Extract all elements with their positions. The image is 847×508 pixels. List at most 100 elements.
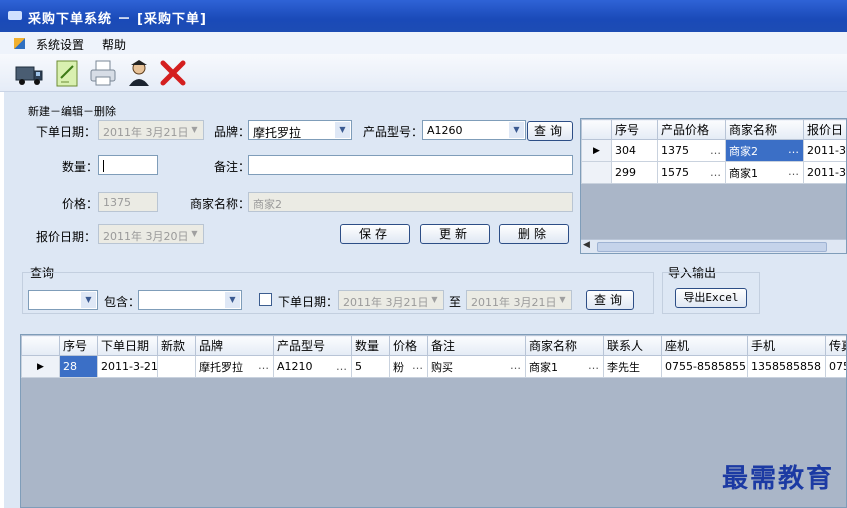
table-row[interactable]: 299 1575 … 商家1 … 2011-3- (581, 161, 846, 184)
delete-x-icon[interactable] (158, 58, 188, 88)
ellipsis-icon[interactable]: … (588, 359, 600, 372)
price-input[interactable]: 1375 (98, 192, 158, 212)
brand-select[interactable]: 摩托罗拉 ▼ (248, 120, 352, 140)
col-header-merchant[interactable]: 商家名称 (725, 119, 804, 140)
col-header-id[interactable]: 序号 (59, 335, 98, 356)
cell-model[interactable]: A1210… (273, 355, 352, 378)
col-header-price[interactable]: 产品价格 (657, 119, 726, 140)
notepad-icon[interactable] (52, 58, 82, 88)
col-header-price[interactable]: 价格 (389, 335, 428, 356)
quantity-input[interactable] (98, 155, 158, 175)
col-header-date[interactable]: 报价日 (803, 119, 846, 140)
cell-id[interactable]: 28 (59, 355, 98, 378)
col-header-merchant[interactable]: 商家名称 (525, 335, 604, 356)
menu-system-settings[interactable]: 系统设置 (36, 36, 84, 53)
cell-fax[interactable]: 0755 (825, 355, 846, 378)
quote-grid[interactable]: 序号 产品价格 商家名称 报价日 ▶ 304 1375 … 商家2 … 2011-3… (580, 118, 847, 254)
chevron-down-icon[interactable]: ▼ (509, 122, 524, 138)
cell-qty[interactable]: 5 (351, 355, 390, 378)
edit-query-button[interactable]: 查询 (527, 121, 573, 141)
query-date-to-picker[interactable]: 2011年 3月21日 ▼ (466, 290, 572, 310)
user-icon[interactable] (124, 58, 154, 88)
scroll-left-arrow-icon[interactable]: ◀ (583, 240, 590, 250)
to-label: 至 (449, 295, 462, 309)
current-row-arrow-icon: ▶ (21, 355, 60, 378)
scroll-thumb[interactable] (597, 242, 827, 252)
cell-note[interactable]: 购买… (427, 355, 526, 378)
ellipsis-icon[interactable]: … (788, 165, 800, 178)
ellipsis-icon[interactable]: … (788, 143, 800, 156)
order-date-checkbox[interactable] (259, 293, 272, 306)
ellipsis-icon[interactable]: … (510, 359, 522, 372)
col-header-id[interactable]: 序号 (611, 119, 658, 140)
ellipsis-icon[interactable]: … (336, 360, 348, 373)
col-header-qty[interactable]: 数量 (351, 335, 390, 356)
chevron-down-icon[interactable]: ▼ (225, 292, 240, 308)
cell-phone[interactable]: 0755-8585855 (661, 355, 748, 378)
ellipsis-icon[interactable]: … (710, 166, 722, 179)
model-value: A1260 (427, 124, 463, 137)
quote-grid-hscrollbar[interactable]: ◀ (581, 239, 846, 253)
col-header-model[interactable]: 产品型号 (273, 335, 352, 356)
col-header-fax[interactable]: 传真 (825, 335, 846, 356)
model-select[interactable]: A1260 ▼ (422, 120, 526, 140)
chevron-down-icon[interactable]: ▼ (555, 292, 570, 308)
chevron-down-icon[interactable]: ▼ (427, 292, 442, 308)
model-label: 产品型号： (363, 125, 424, 139)
cell-price[interactable]: 粉… (389, 355, 428, 378)
cell-date[interactable]: 2011-3- (803, 161, 846, 184)
chevron-down-icon[interactable]: ▼ (187, 122, 202, 138)
row-header-corner (21, 335, 60, 356)
cell-price-value: 粉 (393, 360, 404, 374)
cell-brand[interactable]: 摩托罗拉… (195, 355, 274, 378)
ellipsis-icon[interactable]: … (412, 359, 424, 372)
cell-merchant-value: 商家1 (729, 166, 758, 180)
cell-merchant[interactable]: 商家2… (725, 139, 804, 162)
cell-price[interactable]: 1575… (657, 161, 726, 184)
truck-icon[interactable] (14, 58, 44, 88)
query-field-select[interactable]: ▼ (28, 290, 98, 310)
col-header-mobile[interactable]: 手机 (747, 335, 826, 356)
delete-button[interactable]: 删除 (499, 224, 569, 244)
col-header-new[interactable]: 新款 (157, 335, 196, 356)
cell-merchant[interactable]: 商家1 … (725, 161, 804, 184)
chevron-down-icon[interactable]: ▼ (187, 226, 202, 242)
cell-contact[interactable]: 李先生 (603, 355, 662, 378)
cell-price[interactable]: 1375… (657, 139, 726, 162)
update-button[interactable]: 更新 (420, 224, 490, 244)
export-excel-button[interactable]: 导出Excel (675, 288, 747, 308)
cell-date[interactable]: 2011-3- (803, 139, 846, 162)
query-date-from-picker[interactable]: 2011年 3月21日 ▼ (338, 290, 444, 310)
price-label: 价格： (62, 197, 99, 211)
chevron-down-icon[interactable]: ▼ (335, 122, 350, 138)
col-header-brand[interactable]: 品牌 (195, 335, 274, 356)
ellipsis-icon[interactable]: … (710, 144, 722, 157)
contains-select[interactable]: ▼ (138, 290, 242, 310)
query-date-to-value: 2011年 3月21日 (471, 296, 557, 309)
ellipsis-icon[interactable]: … (258, 359, 270, 372)
cell-id[interactable]: 304 (611, 139, 658, 162)
col-header-order-date[interactable]: 下单日期 (97, 335, 158, 356)
quote-date-picker[interactable]: 2011年 3月20日 ▼ (98, 224, 204, 244)
cell-order-date[interactable]: 2011-3-21 (97, 355, 158, 378)
cell-mobile[interactable]: 1358585858 (747, 355, 826, 378)
col-header-contact[interactable]: 联系人 (603, 335, 662, 356)
table-row[interactable]: ▶ 28 2011-3-21 摩托罗拉… A1210… 5 粉… 购买… 商家1… (21, 355, 846, 378)
col-header-phone[interactable]: 座机 (661, 335, 748, 356)
menu-help[interactable]: 帮助 (102, 36, 126, 53)
note-input[interactable] (248, 155, 573, 175)
merchant-label: 商家名称： (190, 197, 251, 211)
order-date-picker[interactable]: 2011年 3月21日 ▼ (98, 120, 204, 140)
col-header-note[interactable]: 备注 (427, 335, 526, 356)
cell-merchant[interactable]: 商家1… (525, 355, 604, 378)
merchant-input[interactable]: 商家2 (248, 192, 573, 212)
cell-new[interactable] (157, 355, 196, 378)
chevron-down-icon[interactable]: ▼ (81, 292, 96, 308)
query-button[interactable]: 查询 (586, 290, 634, 310)
printer-icon[interactable] (88, 58, 118, 88)
cell-id[interactable]: 299 (611, 161, 658, 184)
note-label: 备注： (214, 160, 251, 174)
query-order-date-label: 下单日期： (278, 295, 339, 309)
table-row[interactable]: ▶ 304 1375 … 商家2 … 2011-3- (581, 139, 846, 162)
save-button[interactable]: 保存 (340, 224, 410, 244)
